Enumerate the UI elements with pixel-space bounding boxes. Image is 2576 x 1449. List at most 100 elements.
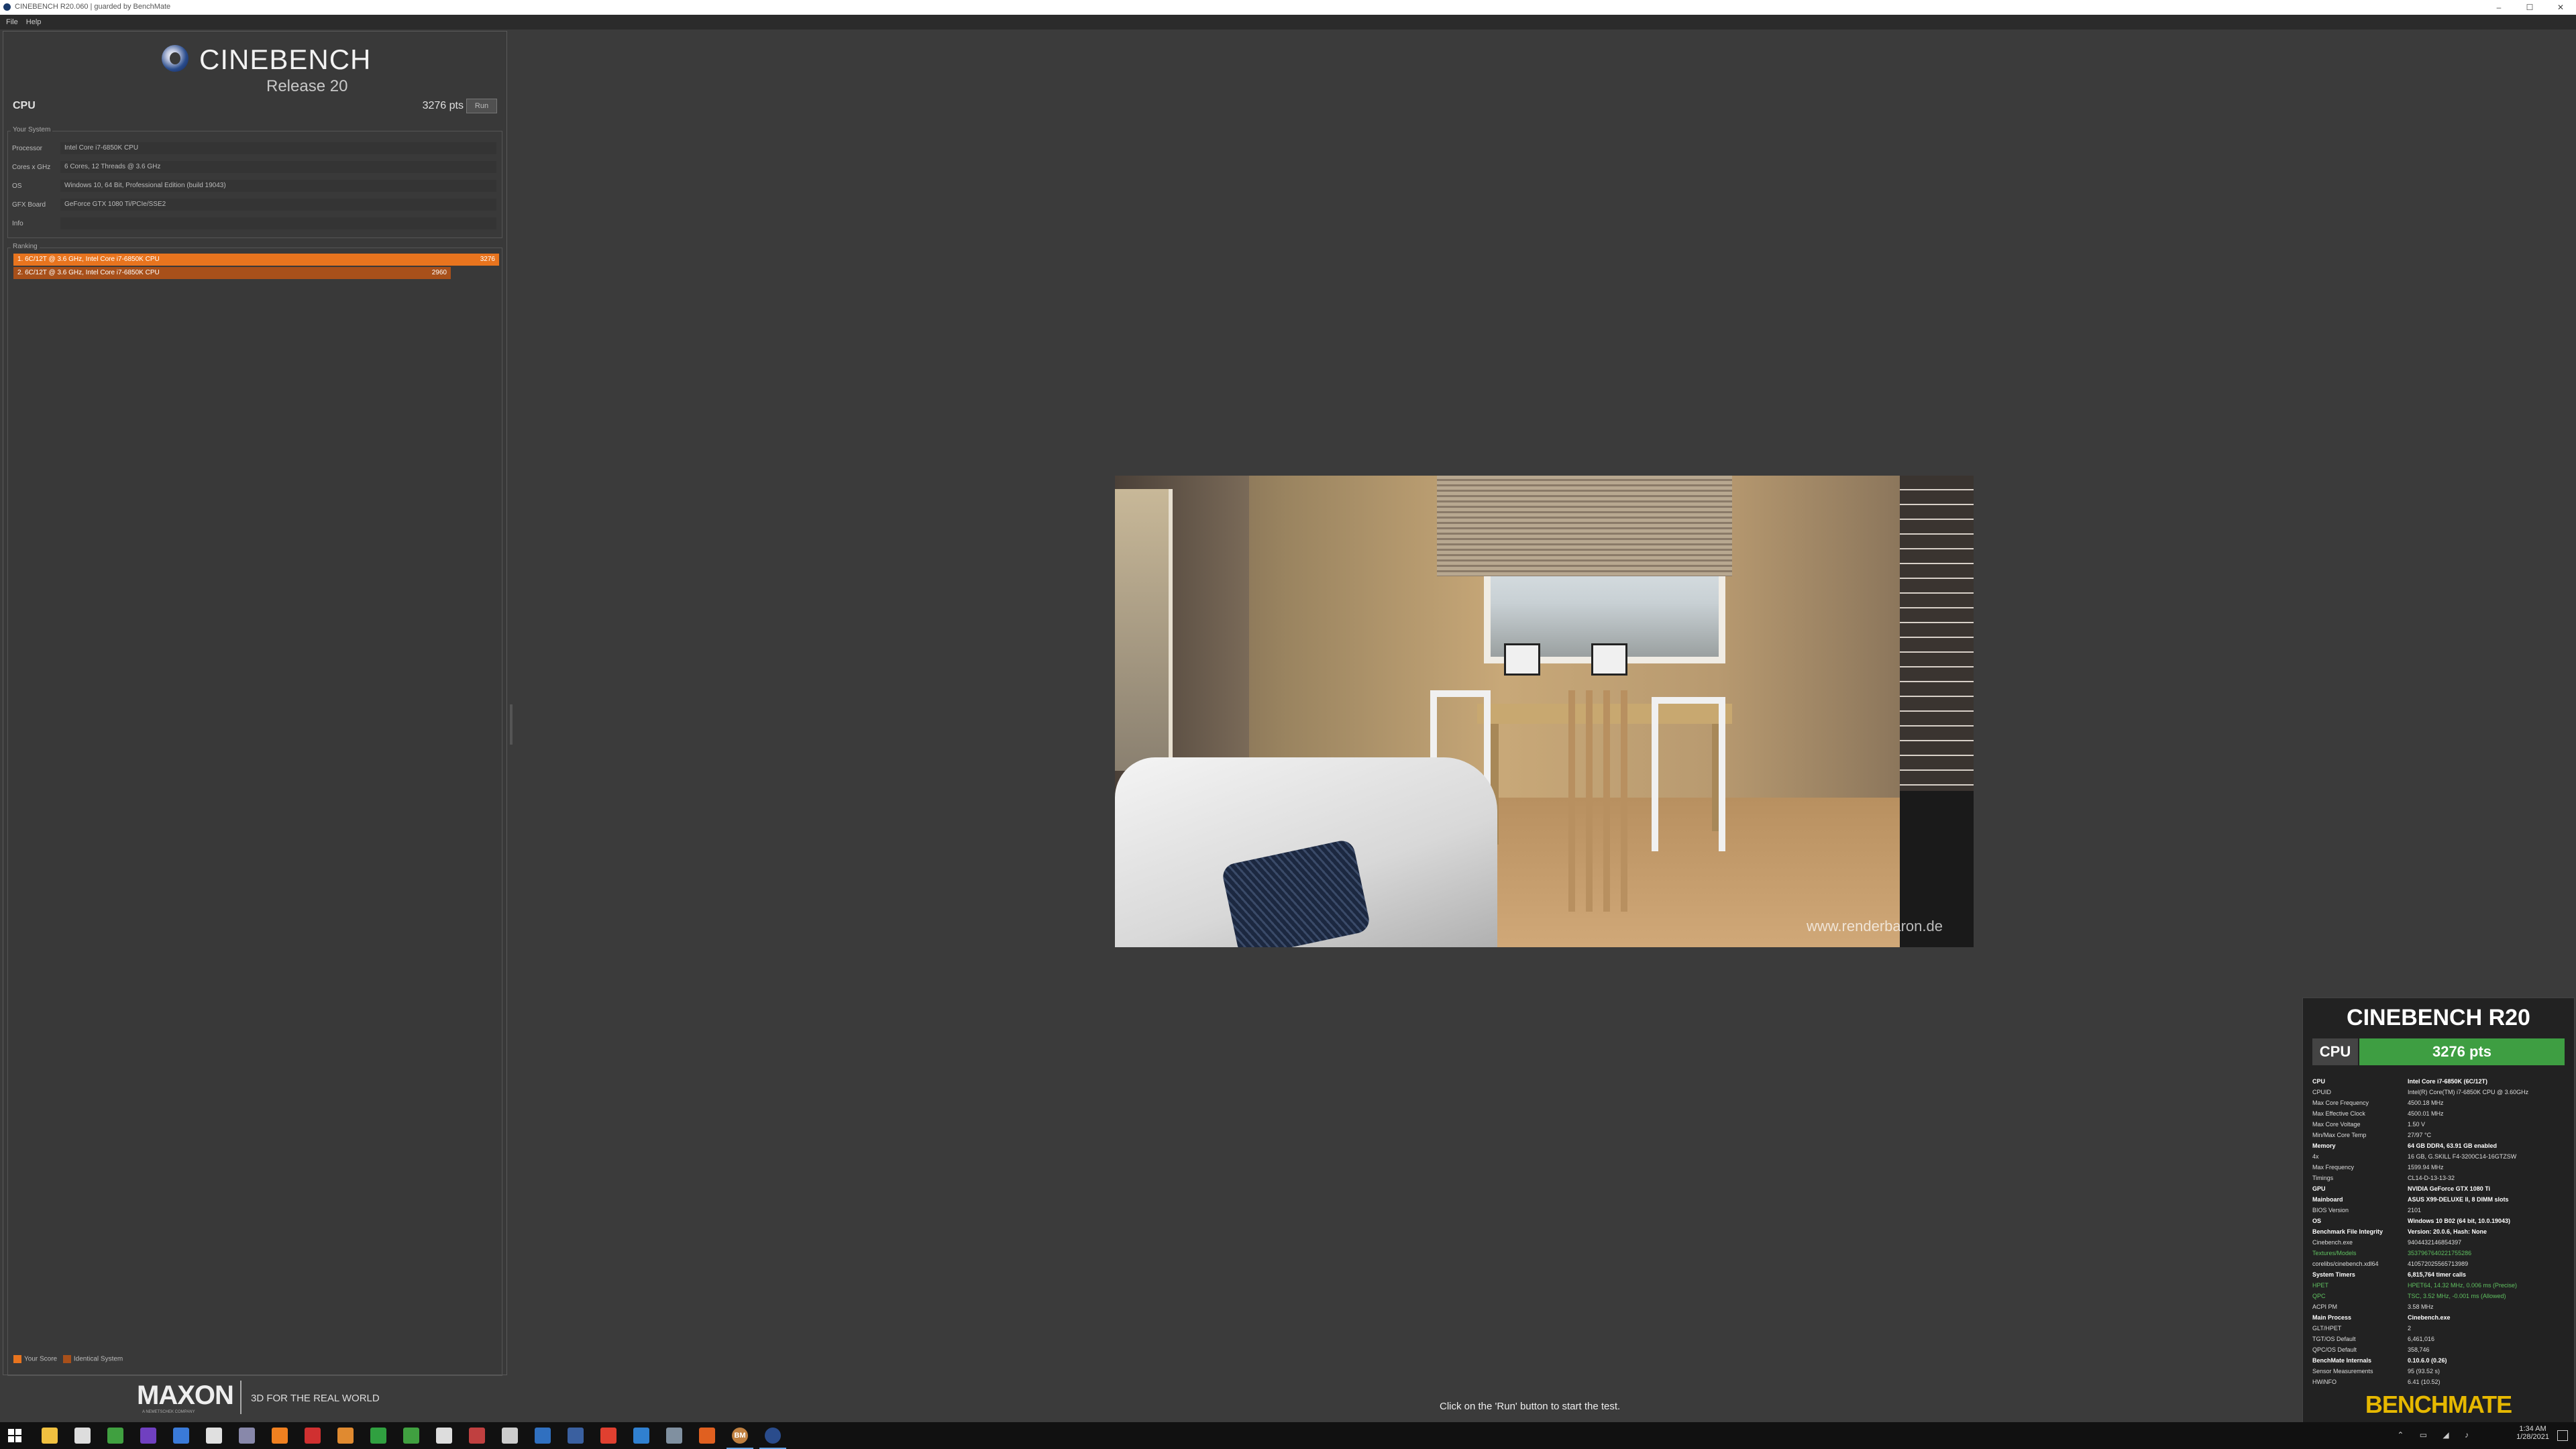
benchmate-row: corelibs/cinebench.xdl64 4105720255657139… [2312,1258,2567,1269]
windows-start-icon[interactable] [8,1429,21,1442]
status-text: Click on the 'Run' button to start the t… [1440,1401,1621,1412]
benchmate-row-value: CL14-D-13-13-32 [2408,1175,2455,1181]
store-icon[interactable] [173,1428,189,1444]
render-chair [1558,690,1631,912]
benchmate-panel: CINEBENCH R20 CPU 3276 pts CPU Intel Core… [2302,998,2575,1424]
window-icon[interactable] [633,1428,649,1444]
benchmate-icon[interactable]: BM [732,1428,748,1444]
xbox-icon[interactable] [403,1428,419,1444]
clock-date: 1/28/2021 [2516,1433,2549,1441]
benchmate-row: Mainboard ASUS X99-DELUXE II, 8 DIMM slot… [2312,1194,2567,1205]
benchmate-row: CPUID Intel(R) Core(TM) i7-6850K CPU @ 3.… [2312,1087,2567,1097]
benchmate-row-key: Sensor Measurements [2312,1368,2373,1375]
benchmate-row: QPC TSC, 3.52 MHz, -0.001 ms (Allowed) [2312,1291,2567,1301]
benchmate-row: OS Windows 10 B02 (64 bit, 10.0.19043) [2312,1216,2567,1226]
printer-icon[interactable] [239,1428,255,1444]
benchmate-row-value: 64 GB DDR4, 63.91 GB enabled [2408,1142,2498,1149]
benchmate-row: Benchmark File Integrity Version: 20.0.6,… [2312,1226,2567,1237]
your-system-title: Your System [11,126,53,133]
display-icon[interactable] [436,1428,452,1444]
system-row-info: Info [12,217,498,231]
monitor-icon[interactable] [370,1428,386,1444]
benchmate-row: Max Frequency 1599.94 MHz [2312,1162,2567,1173]
benchmate-row-value: 6,461,016 [2408,1336,2435,1342]
ranking-entry[interactable]: 1. 6C/12T @ 3.6 GHz, Intel Core i7-6850K… [13,254,499,266]
menu-file[interactable]: File [0,15,18,26]
benchmate-row-key: Benchmark File Integrity [2312,1228,2383,1235]
run-button[interactable]: Run [466,99,497,113]
benchmate-logo: BENCHMATE [2365,1391,2512,1418]
system-row-key: Cores x GHz [12,164,51,171]
system-row-processor: Processor Intel Core i7-6850K CPU [12,142,498,156]
system-row-key: OS [12,182,22,190]
cpu-test-row: CPU 3276 pts Run [9,97,501,117]
system-row-value: 6 Cores, 12 Threads @ 3.6 GHz [60,161,496,173]
benchmate-row: Max Core Voltage 1.50 V [2312,1119,2567,1130]
ranking-title: Ranking [11,243,40,250]
ranking-entry-label: 2. 6C/12T @ 3.6 GHz, Intel Core i7-6850K… [17,269,160,276]
benchmate-row-value: 27/97 °C [2408,1132,2432,1138]
render-frame [1591,643,1627,676]
system-tray-icons[interactable]: ⌃ ▭ ◢ ♪ [2397,1430,2475,1440]
file-explorer-icon[interactable] [42,1428,58,1444]
app-gray-icon[interactable] [666,1428,682,1444]
benchmate-title: CINEBENCH R20 [2347,1005,2530,1030]
ranking-entry[interactable]: 2. 6C/12T @ 3.6 GHz, Intel Core i7-6850K… [13,267,451,279]
benchmate-row: HWiNFO 6.41 (10.52) [2312,1377,2567,1387]
calendar-icon[interactable] [74,1428,91,1444]
benchmate-row: System Timers 6,815,764 timer calls [2312,1269,2567,1280]
benchmate-row-key: Max Core Voltage [2312,1121,2361,1128]
minimize-button[interactable]: – [2483,0,2514,15]
info-field[interactable] [60,217,496,229]
benchmate-row-key: corelibs/cinebench.xdl64 [2312,1260,2379,1267]
firefox-icon[interactable] [699,1428,715,1444]
legend-swatch-your-score [13,1355,21,1363]
chrome-icon[interactable] [600,1428,616,1444]
benchmate-row-key: Max Frequency [2312,1164,2355,1171]
benchmate-row-value: 410572025565713989 [2408,1260,2469,1267]
benchmate-row-key: Min/Max Core Temp [2312,1132,2367,1138]
notification-icon[interactable] [2557,1430,2568,1441]
clock[interactable]: 1:34 AM 1/28/2021 [2516,1425,2549,1441]
folder-orange-icon[interactable] [337,1428,354,1444]
benchmate-row: Textures/Models 3537967640221755286 [2312,1248,2567,1258]
app-purple-icon[interactable] [140,1428,156,1444]
steam-icon[interactable] [502,1428,518,1444]
system-row-value: Intel Core i7-6850K CPU [60,142,496,154]
menu-help[interactable]: Help [20,15,42,26]
benchmate-row-value: 6,815,764 timer calls [2408,1271,2467,1278]
benchmate-row-key: ACPI PM [2312,1303,2338,1310]
terminal-icon[interactable] [107,1428,123,1444]
render-left-window [1115,489,1173,771]
benchmate-row: CPU Intel Core i7-6850K (6C/12T) [2312,1076,2567,1087]
app-blue-icon[interactable] [535,1428,551,1444]
ranking-entry-label: 1. 6C/12T @ 3.6 GHz, Intel Core i7-6850K… [17,256,160,263]
benchmate-row-key: Max Core Frequency [2312,1099,2369,1106]
benchmate-row-value: 4500.01 MHz [2408,1110,2444,1117]
legend-label-your-score: Your Score [24,1355,58,1363]
cinebench-app-icon [3,3,11,11]
render-blinds [1437,476,1732,576]
legend-label-identical: Identical System [73,1355,123,1363]
benchmate-row: BIOS Version 2101 [2312,1205,2567,1216]
window-title: CINEBENCH R20.060 | guarded by BenchMate [15,3,171,11]
vlc-icon[interactable] [272,1428,288,1444]
benchmate-row-value: 3.58 MHz [2408,1303,2434,1310]
panel-splitter[interactable] [510,704,513,745]
benchmate-row-key: 4x [2312,1153,2319,1160]
cinebench-logo-icon [162,45,189,72]
cinebench-running-icon[interactable] [765,1428,781,1444]
benchmate-row-key: Timings [2312,1175,2334,1181]
close-button[interactable]: ✕ [2545,0,2576,15]
benchmate-row-key: Mainboard [2312,1196,2343,1203]
maximize-button[interactable]: ☐ [2514,0,2545,15]
taskbar: BM ⌃ ▭ ◢ ♪ 1:34 AM 1/28/2021 [0,1422,2576,1449]
app-red2-icon[interactable] [469,1428,485,1444]
cinebench-icon[interactable] [568,1428,584,1444]
benchmate-row-value: 1.50 V [2408,1121,2426,1128]
system-row-cores: Cores x GHz 6 Cores, 12 Threads @ 3.6 GH… [12,161,498,174]
app-red-icon[interactable] [305,1428,321,1444]
notepad-icon[interactable] [206,1428,222,1444]
your-system-group: Your System Processor Intel Core i7-6850… [7,126,502,238]
benchmate-row-key: Max Effective Clock [2312,1110,2365,1117]
